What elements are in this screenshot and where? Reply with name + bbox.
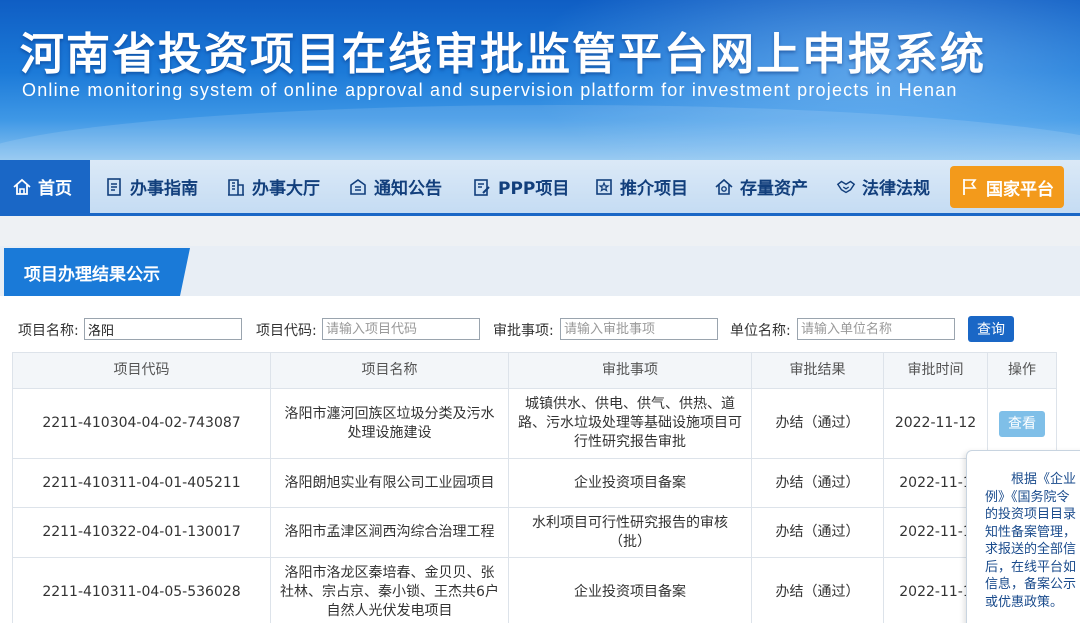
handshake-icon (836, 177, 856, 197)
house-icon (714, 177, 734, 197)
notice-line: 根据《企业 (1011, 472, 1077, 487)
nav-item-notice[interactable]: 通知公告 (348, 160, 442, 213)
site-subtitle: Online monitoring system of online appro… (22, 80, 958, 100)
nav-item-promote[interactable]: 推介项目 (594, 160, 688, 213)
nav-item-home[interactable]: 首页 (0, 160, 90, 213)
cell-item: 水利项目可行性研究报告的审核（批） (508, 507, 752, 558)
main-nav: 首页 办事指南 办事大厅 通知公告 PPP项目 推介项目 存量资产 法律法规 国… (0, 160, 1080, 216)
header-action: 操作 (987, 352, 1057, 389)
table-row: 2211-410322-04-01-130017 洛阳市孟津区涧西沟综合治理工程… (12, 507, 1057, 558)
notice-line: 求报送的全部信 (985, 542, 1077, 557)
table-row: 2211-410304-04-02-743087 洛阳市瀍河回族区垃圾分类及污水… (12, 388, 1057, 459)
cell-result: 办结（通过） (751, 458, 884, 508)
cell-name: 洛阳朗旭实业有限公司工业园项目 (270, 458, 509, 508)
header-approval-date: 审批时间 (883, 352, 988, 389)
table-row: 2211-410311-04-01-405211 洛阳朗旭实业有限公司工业园项目… (12, 458, 1057, 508)
cell-name: 洛阳市孟津区涧西沟综合治理工程 (270, 507, 509, 558)
search-button[interactable]: 查询 (968, 316, 1014, 342)
notice-line: 信息，备案公示 (985, 577, 1077, 592)
cell-name: 洛阳市瀍河回族区垃圾分类及污水处理设施建设 (270, 388, 509, 459)
nav-item-ppp[interactable]: PPP项目 (472, 160, 569, 213)
nav-item-guide[interactable]: 办事指南 (104, 160, 198, 213)
star-icon (594, 177, 614, 197)
cell-name: 洛阳市洛龙区秦培春、金贝贝、张社林、宗占京、秦小锁、王杰共6户自然人光伏发电项目 (270, 557, 509, 623)
home-icon (12, 177, 32, 197)
notice-line: 的投资项目目录 (985, 507, 1077, 522)
header-project-code: 项目代码 (12, 352, 271, 389)
cell-result: 办结（通过） (751, 388, 884, 459)
project-code-label: 项目代码: (256, 323, 317, 339)
project-name-input[interactable] (84, 318, 242, 340)
approval-item-label: 审批事项: (493, 323, 554, 339)
nav-label-promote: 推介项目 (620, 179, 688, 199)
nav-label-home: 首页 (38, 179, 72, 199)
results-table: 项目代码 项目名称 审批事项 审批结果 审批时间 操作 2211-410304-… (12, 352, 1057, 623)
notice-popup: 根据《企业 例》《国务院令 的投资项目目录 知性备案管理， 求报送的全部信 后，… (966, 450, 1080, 623)
cell-code: 2211-410322-04-01-130017 (12, 507, 271, 558)
project-code-input[interactable] (322, 318, 480, 340)
cell-code: 2211-410311-04-01-405211 (12, 458, 271, 508)
cell-action: 查看 (987, 388, 1057, 459)
cell-date: 2022-11-12 (883, 388, 988, 459)
cell-result: 办结（通过） (751, 557, 884, 623)
cell-code: 2211-410304-04-02-743087 (12, 388, 271, 459)
nav-item-assets[interactable]: 存量资产 (714, 160, 808, 213)
document-icon (104, 177, 124, 197)
cell-item: 企业投资项目备案 (508, 458, 752, 508)
header-approval-result: 审批结果 (751, 352, 884, 389)
panel-title: 项目办理结果公示 (4, 248, 190, 296)
edit-doc-icon (472, 177, 492, 197)
approval-item-input[interactable] (560, 318, 718, 340)
cell-result: 办结（通过） (751, 507, 884, 558)
panel-header: 项目办理结果公示 (0, 246, 1080, 296)
nav-item-law[interactable]: 法律法规 (836, 160, 930, 213)
header-project-name: 项目名称 (270, 352, 509, 389)
view-button[interactable]: 查看 (999, 410, 1045, 437)
cell-item: 城镇供水、供电、供气、供热、道路、污水垃圾处理等基础设施项目可行性研究报告审批 (508, 388, 752, 459)
cell-code: 2211-410311-04-05-536028 (12, 557, 271, 623)
nav-label-ppp: PPP项目 (498, 179, 570, 199)
notice-line: 后，在线平台如 (985, 559, 1077, 575)
site-title: 河南省投资项目在线审批监管平台网上申报系统 (20, 29, 986, 80)
header-approval-item: 审批事项 (508, 352, 752, 389)
nav-label-notice: 通知公告 (374, 179, 442, 199)
cell-item: 企业投资项目备案 (508, 557, 752, 623)
nav-label-law: 法律法规 (862, 179, 930, 199)
table-row: 2211-410311-04-05-536028 洛阳市洛龙区秦培春、金贝贝、张… (12, 557, 1057, 623)
nav-label-guide: 办事指南 (130, 179, 198, 199)
notice-line: 或优惠政策。 (985, 594, 1064, 610)
flag-icon (960, 177, 980, 197)
notice-line: 知性备案管理， (985, 524, 1077, 540)
notice-icon (348, 177, 368, 197)
header-banner: 河南省投资项目在线审批监管平台网上申报系统 Online monitoring … (0, 0, 1080, 160)
notice-line: 例》《国务院令 (985, 489, 1070, 505)
nav-label-national: 国家平台 (986, 179, 1054, 200)
table-header-row: 项目代码 项目名称 审批事项 审批结果 审批时间 操作 (12, 352, 1057, 389)
building-icon (226, 177, 246, 197)
nav-label-assets: 存量资产 (740, 179, 808, 199)
nav-item-hall[interactable]: 办事大厅 (226, 160, 320, 213)
nav-label-hall: 办事大厅 (252, 179, 320, 199)
unit-name-input[interactable] (797, 318, 955, 340)
project-name-label: 项目名称: (18, 323, 79, 339)
results-panel: 项目办理结果公示 项目名称: 项目代码: 审批事项: 单位名称: 查询 项目代码… (0, 246, 1080, 623)
unit-name-label: 单位名称: (730, 323, 791, 339)
nav-item-national[interactable]: 国家平台 (950, 166, 1064, 208)
